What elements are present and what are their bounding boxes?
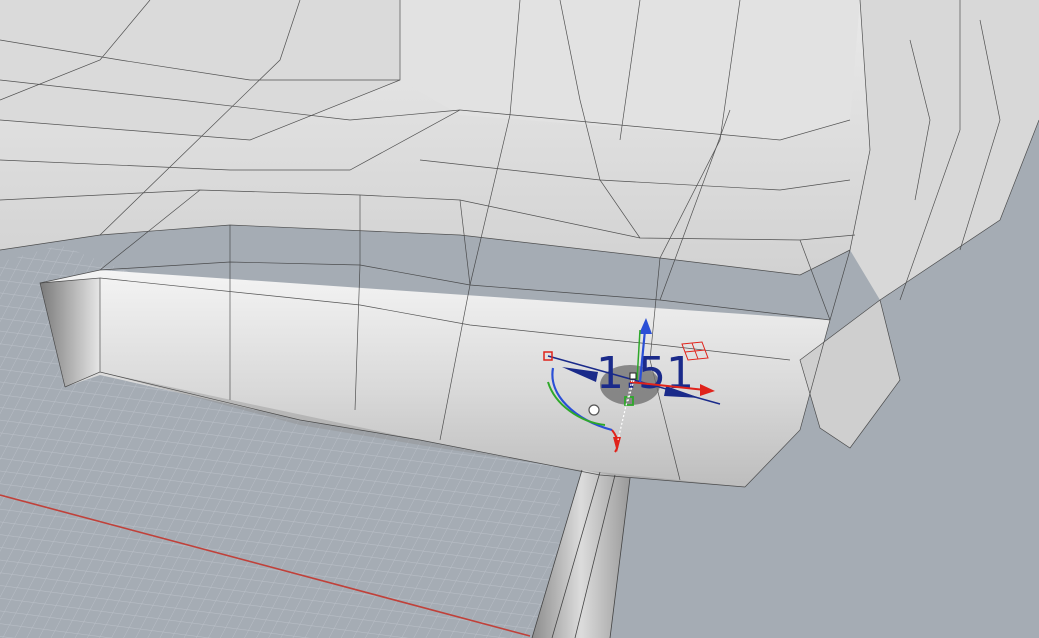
gumball-origin-point[interactable]: [629, 372, 637, 380]
rhino-3d-viewport[interactable]: 1.51: [0, 0, 1039, 638]
dimension-label: 1.51: [596, 348, 694, 399]
gumball-menu-circle-icon[interactable]: [588, 404, 600, 416]
